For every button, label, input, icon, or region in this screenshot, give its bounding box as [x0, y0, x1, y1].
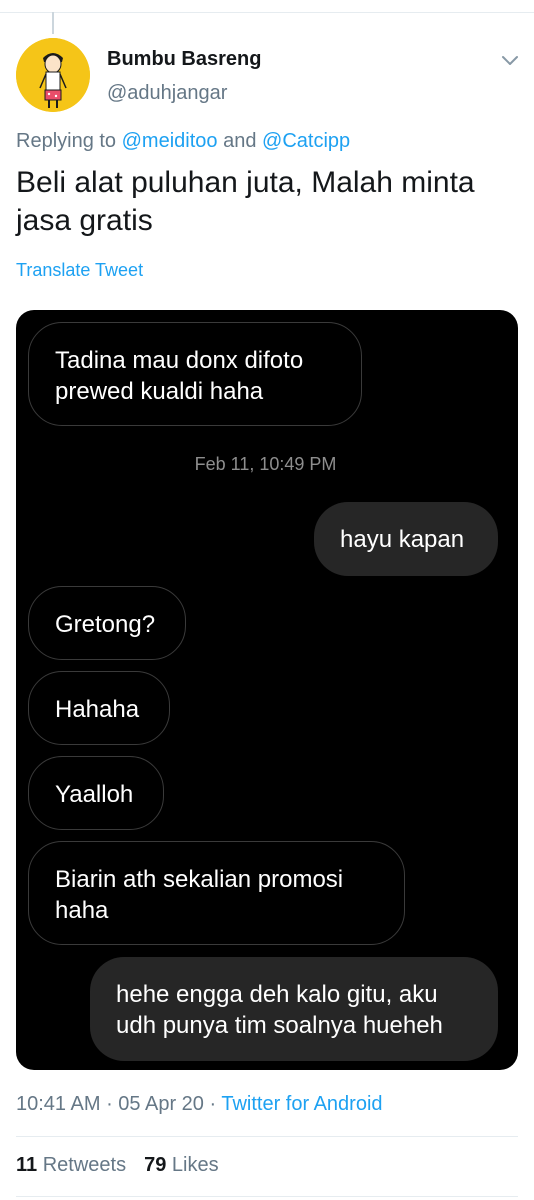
user-handle[interactable]: @aduhjangar	[107, 82, 227, 105]
tweet-meta: 10:41 AM · 05 Apr 20 · Twitter for Andro…	[16, 1093, 383, 1115]
reply-mention-catcipp[interactable]: @Catcipp	[262, 130, 350, 152]
tweet-date: 05 Apr 20	[118, 1093, 204, 1115]
likes-stat[interactable]: 79 Likes	[144, 1154, 219, 1176]
tweet-source-link[interactable]: Twitter for Android	[221, 1093, 382, 1115]
likes-label: Likes	[171, 1154, 219, 1176]
chat-bubble-incoming: Gretong?	[28, 586, 186, 660]
top-divider	[0, 12, 534, 13]
likes-count: 79	[144, 1154, 167, 1176]
tweet-media-image[interactable]: Tadina mau donx difoto prewed kualdi hah…	[16, 310, 518, 1070]
cartoon-person-avatar-icon	[16, 38, 90, 112]
retweets-label: Retweets	[42, 1154, 127, 1176]
avatar[interactable]	[16, 38, 90, 112]
tweet-stats: 11 Retweets 79 Likes	[16, 1154, 219, 1177]
chat-bubble-incoming: Tadina mau donx difoto prewed kualdi hah…	[28, 322, 362, 426]
translate-tweet-link[interactable]: Translate Tweet	[16, 260, 143, 281]
replying-to-line: Replying to @meiditoo and @Catcipp	[16, 130, 350, 153]
retweets-stat[interactable]: 11 Retweets	[16, 1154, 126, 1176]
replying-prefix: Replying to	[16, 130, 117, 152]
divider	[16, 1136, 518, 1137]
chat-bubble-incoming: Biarin ath sekalian promosi haha	[28, 841, 405, 945]
reply-and: and	[223, 130, 257, 152]
chat-bubble-incoming: Hahaha	[28, 671, 170, 745]
chat-bubble-outgoing: hehe engga deh kalo gitu, aku udh punya …	[90, 957, 498, 1061]
divider	[16, 1196, 518, 1197]
thread-connector-line	[52, 12, 54, 34]
chat-timestamp: Feb 11, 10:49 PM	[194, 454, 337, 474]
tweet-time: 10:41 AM	[16, 1093, 101, 1115]
display-name[interactable]: Bumbu Basreng	[107, 48, 261, 71]
tweet-text: Beli alat puluhan juta, Malah minta jasa…	[16, 166, 475, 237]
chat-bubble-incoming: Yaalloh	[28, 756, 164, 830]
chat-bubble-outgoing: hayu kapan	[314, 502, 498, 576]
reply-mention-meiditoo[interactable]: @meiditoo	[122, 130, 218, 152]
chevron-down-icon[interactable]	[498, 48, 522, 72]
retweets-count: 11	[16, 1154, 38, 1176]
